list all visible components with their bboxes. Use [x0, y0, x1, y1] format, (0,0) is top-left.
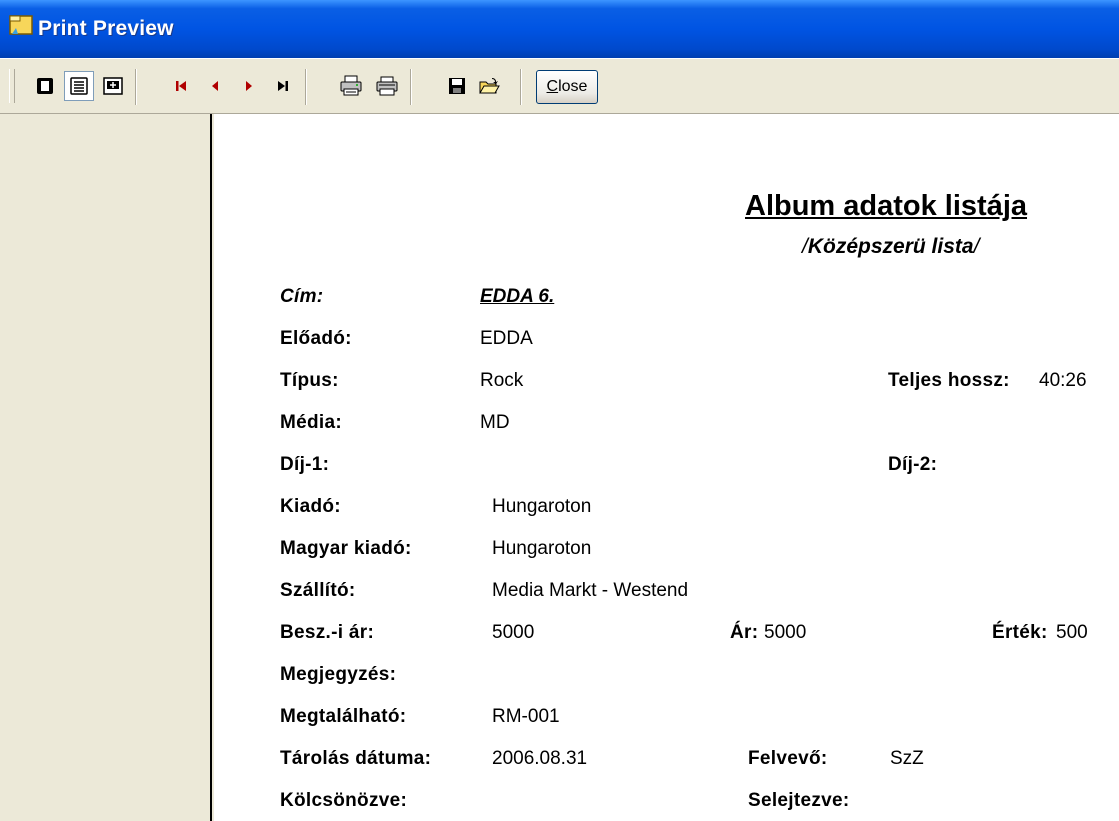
- media-value: MD: [480, 412, 510, 433]
- megtalalhato-value: RM-001: [492, 706, 560, 727]
- tipus-value: Rock: [480, 370, 524, 391]
- fit-page-icon[interactable]: [98, 71, 128, 101]
- teljes-hossz-label: Teljes hossz:: [888, 370, 1010, 391]
- kolcsonozve-label: Kölcsönözve:: [280, 790, 408, 811]
- preview-background-pane[interactable]: [0, 114, 212, 821]
- dij1-label: Díj-1:: [280, 454, 330, 475]
- magyar-kiado-label: Magyar kiadó:: [280, 538, 412, 559]
- report-title: Album adatok listája: [745, 190, 1028, 222]
- tarolas-datuma-label: Tárolás dátuma:: [280, 748, 432, 769]
- dij2-label: Díj-2:: [888, 454, 938, 475]
- eloado-label: Előadó:: [280, 328, 352, 349]
- ar-value: 5000: [764, 622, 807, 643]
- report-app-icon: [9, 15, 33, 35]
- felvevo-value: SzZ: [890, 748, 924, 769]
- teljes-hossz-value: 40:26: [1039, 370, 1087, 391]
- megtalalhato-label: Megtalálható:: [280, 706, 407, 727]
- toolbar-grip[interactable]: [9, 69, 15, 103]
- besz-ar-value: 5000: [492, 622, 535, 643]
- subtitle-text: Középszerü lista: [807, 235, 974, 258]
- magyar-kiado-value: Hungaroton: [492, 538, 592, 559]
- media-label: Média:: [280, 412, 342, 433]
- toolbar-separator: [305, 69, 307, 105]
- title-bar[interactable]: Print Preview: [0, 0, 1119, 58]
- megjegyzes-label: Megjegyzés:: [280, 664, 397, 685]
- window-title: Print Preview: [38, 17, 174, 40]
- print-icon[interactable]: [372, 71, 402, 101]
- subtitle-close-slash: /: [973, 235, 980, 258]
- cim-value: EDDA 6.: [480, 286, 555, 307]
- next-page-icon[interactable]: [234, 71, 264, 101]
- report-page[interactable]: Album adatok listája /Középszerü lista/ …: [214, 114, 1119, 821]
- first-page-icon[interactable]: [166, 71, 196, 101]
- felvevo-label: Felvevő:: [748, 748, 828, 769]
- toolbar-separator: [135, 69, 137, 105]
- two-page-icon[interactable]: [64, 71, 94, 101]
- ar-label: Ár:: [730, 622, 759, 643]
- toolbar-separator: [520, 69, 522, 105]
- print-setup-icon[interactable]: [336, 71, 366, 101]
- preview-toolbar: Close: [0, 58, 1119, 114]
- ertek-value: 500: [1056, 622, 1088, 643]
- close-button-accel: C: [546, 78, 559, 95]
- cim-label: Cím:: [280, 286, 324, 307]
- ertek-label: Érték:: [992, 622, 1048, 643]
- open-icon[interactable]: [474, 71, 504, 101]
- tarolas-datuma-value: 2006.08.31: [492, 748, 588, 769]
- kiado-label: Kiadó:: [280, 496, 341, 517]
- last-page-icon[interactable]: [268, 71, 298, 101]
- kiado-value: Hungaroton: [492, 496, 592, 517]
- close-button-label: lose: [558, 78, 588, 95]
- besz-ar-label: Besz.-i ár:: [280, 622, 375, 643]
- eloado-value: EDDA: [480, 328, 533, 349]
- toolbar-separator: [410, 69, 412, 105]
- save-icon[interactable]: [442, 71, 472, 101]
- prev-page-icon[interactable]: [200, 71, 230, 101]
- tipus-label: Típus:: [280, 370, 339, 391]
- szallito-label: Szállító:: [280, 580, 356, 601]
- close-button[interactable]: Close: [536, 70, 598, 104]
- szallito-value: Media Markt - Westend: [492, 580, 689, 601]
- report-subtitle: /Középszerü lista/: [802, 235, 979, 259]
- one-page-icon[interactable]: [30, 71, 60, 101]
- selejtezve-label: Selejtezve:: [748, 790, 850, 811]
